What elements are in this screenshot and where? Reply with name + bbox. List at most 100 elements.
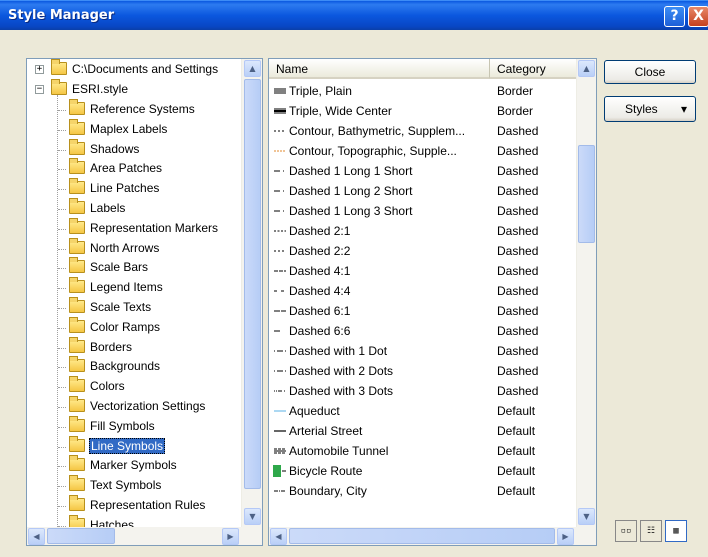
list-item[interactable]: Dashed 1 Long 1 Short Dashed — [269, 161, 576, 181]
symbol-name: Automobile Tunnel — [289, 444, 389, 458]
tree-item-borders[interactable]: Borders — [69, 336, 133, 357]
report-view-icon[interactable]: ▦ — [665, 520, 687, 542]
tree-item-legend-items[interactable]: Legend Items — [69, 277, 164, 297]
scroll-down-icon[interactable]: ▼ — [578, 508, 595, 525]
tree-item-reference-systems[interactable]: Reference Systems — [69, 99, 196, 119]
list-item[interactable]: Triple, Wide Center Border — [269, 101, 576, 121]
tree-connector — [58, 407, 66, 408]
tree-item-root[interactable]: C:\Documents and Settings — [51, 59, 219, 79]
tree-item-labels[interactable]: Labels — [69, 198, 126, 218]
tree-item-hatches[interactable]: Hatches — [69, 514, 135, 527]
tree-item-north-arrows[interactable]: North Arrows — [69, 237, 160, 258]
tree-item-label: Scale Bars — [90, 260, 149, 275]
tree-item-backgrounds[interactable]: Backgrounds — [69, 356, 161, 376]
scroll-left-icon[interactable]: ◀ — [270, 528, 287, 545]
close-button[interactable]: Close — [604, 60, 696, 84]
large-icons-view-icon[interactable]: ▫▫ — [615, 520, 637, 542]
close-window-button[interactable]: X — [688, 6, 708, 27]
tree-item-color-ramps[interactable]: Color Ramps — [69, 316, 161, 337]
folder-icon — [69, 475, 85, 492]
folder-icon — [69, 396, 85, 412]
dash-6-1-line-icon — [273, 301, 287, 321]
symbol-list-panel: Name Category Triple, Plain Border Triple,… — [268, 58, 597, 546]
styles-menu-button[interactable]: Styles ▾ — [604, 96, 696, 122]
list-item[interactable]: Dashed 2:1 Dashed — [269, 221, 576, 241]
list-item[interactable]: Dashed 4:4 Dashed — [269, 281, 576, 301]
tree-connector — [58, 189, 66, 191]
list-item[interactable]: Dashed with 1 Dot Dashed — [269, 341, 576, 361]
tree-item-scale-bars[interactable]: Scale Bars — [69, 257, 149, 277]
list-item[interactable]: Dashed 4:1 Dashed — [269, 261, 576, 281]
tree-item-label: Line Patches — [90, 181, 160, 196]
tree-hscroll-thumb[interactable] — [47, 528, 115, 544]
tree-item-fill-symbols[interactable]: Fill Symbols — [69, 415, 156, 436]
tree-item-area-patches[interactable]: Area Patches — [69, 158, 163, 178]
list-horizontal-scrollbar[interactable]: ◀ ▶ — [269, 527, 596, 545]
dash-dot-line-icon — [273, 341, 287, 361]
list-scroll-thumb[interactable] — [578, 145, 595, 243]
collapse-icon[interactable]: − — [35, 85, 44, 94]
scroll-left-icon[interactable]: ◀ — [28, 528, 45, 545]
tree-item-shadows[interactable]: Shadows — [69, 138, 140, 159]
tree-item-representation-rules[interactable]: Representation Rules — [69, 495, 206, 515]
help-button[interactable]: ? — [664, 6, 685, 27]
symbol-name: Triple, Wide Center — [289, 104, 392, 118]
list-vertical-scrollbar[interactable]: ▲ ▼ — [576, 59, 596, 527]
tree-item-label: ESRI.style — [72, 82, 129, 96]
list-item[interactable]: Dashed with 2 Dots Dashed — [269, 361, 576, 381]
list-item[interactable]: Triple, Plain Border — [269, 81, 576, 101]
scroll-up-icon[interactable]: ▲ — [578, 60, 595, 77]
tree-item-style-file[interactable]: ESRI.style — [51, 79, 129, 99]
list-item[interactable]: Bicycle Route Default — [269, 461, 576, 481]
tree-item-representation-markers[interactable]: Representation Markers — [69, 217, 219, 238]
list-item[interactable]: Dashed 6:6 Dashed — [269, 321, 576, 341]
symbol-category: Dashed — [497, 304, 539, 318]
list-view-icon[interactable]: ☷ — [640, 520, 662, 542]
tree-item-line-patches[interactable]: Line Patches — [69, 178, 160, 198]
scroll-right-icon[interactable]: ▶ — [222, 528, 239, 545]
tree-item-marker-symbols[interactable]: Marker Symbols — [69, 455, 178, 475]
column-header-name[interactable]: Name — [269, 59, 490, 79]
tree-vertical-scrollbar[interactable]: ▲ ▼ — [241, 59, 262, 527]
tree-connector — [57, 95, 58, 527]
folder-icon — [69, 198, 85, 214]
tree-item-text-symbols[interactable]: Text Symbols — [69, 475, 162, 495]
tree-item-line-symbols[interactable]: Line Symbols — [69, 435, 166, 456]
list-item[interactable]: Dashed 1 Long 2 Short Dashed — [269, 181, 576, 201]
tree-scroll-thumb[interactable] — [244, 79, 261, 489]
list-item[interactable]: Contour, Bathymetric, Supplem... Dashed — [269, 121, 576, 141]
list-item[interactable]: Aqueduct Default — [269, 401, 576, 421]
scroll-down-icon[interactable]: ▼ — [244, 508, 261, 525]
expand-icon[interactable]: + — [35, 65, 44, 74]
list-hscroll-thumb[interactable] — [289, 528, 555, 544]
folder-icon — [69, 435, 85, 452]
symbol-name: Dashed with 3 Dots — [289, 384, 394, 398]
list-item[interactable]: Dashed 6:1 Dashed — [269, 301, 576, 321]
list-item[interactable]: Dashed 1 Long 3 Short Dashed — [269, 201, 576, 221]
aqueduct-line-icon — [273, 401, 287, 421]
tree-item-maplex-labels[interactable]: Maplex Labels — [69, 118, 168, 139]
symbol-category: Dashed — [497, 344, 539, 358]
list-item[interactable]: Automobile Tunnel Default — [269, 441, 576, 461]
tree-item-label: Backgrounds — [90, 359, 161, 374]
list-item[interactable]: Dashed 2:2 Dashed — [269, 241, 576, 261]
tree-horizontal-scrollbar[interactable]: ◀ ▶ — [27, 527, 262, 545]
symbol-name: Bicycle Route — [289, 464, 363, 478]
tree-connector — [58, 129, 66, 131]
dashed-fine-line-icon — [273, 121, 287, 141]
list-item[interactable]: Arterial Street Default — [269, 421, 576, 441]
tree-item-scale-texts[interactable]: Scale Texts — [69, 297, 152, 317]
tree-item-colors[interactable]: Colors — [69, 376, 126, 396]
scroll-right-icon[interactable]: ▶ — [557, 528, 574, 545]
symbol-category: Dashed — [497, 144, 539, 158]
list-item[interactable]: Dashed with 3 Dots Dashed — [269, 381, 576, 401]
column-header-category[interactable]: Category — [490, 59, 576, 79]
list-item[interactable]: Contour, Topographic, Supple... Dashed — [269, 141, 576, 161]
symbol-name: Contour, Bathymetric, Supplem... — [289, 124, 466, 138]
list-item[interactable]: Boundary, City Default — [269, 481, 576, 501]
tree-item-vectorization-settings[interactable]: Vectorization Settings — [69, 396, 206, 416]
scroll-up-icon[interactable]: ▲ — [244, 60, 261, 77]
tree-item-label: Shadows — [90, 141, 140, 156]
tree-item-label: Area Patches — [90, 161, 163, 176]
symbol-name: Dashed with 1 Dot — [289, 344, 388, 358]
